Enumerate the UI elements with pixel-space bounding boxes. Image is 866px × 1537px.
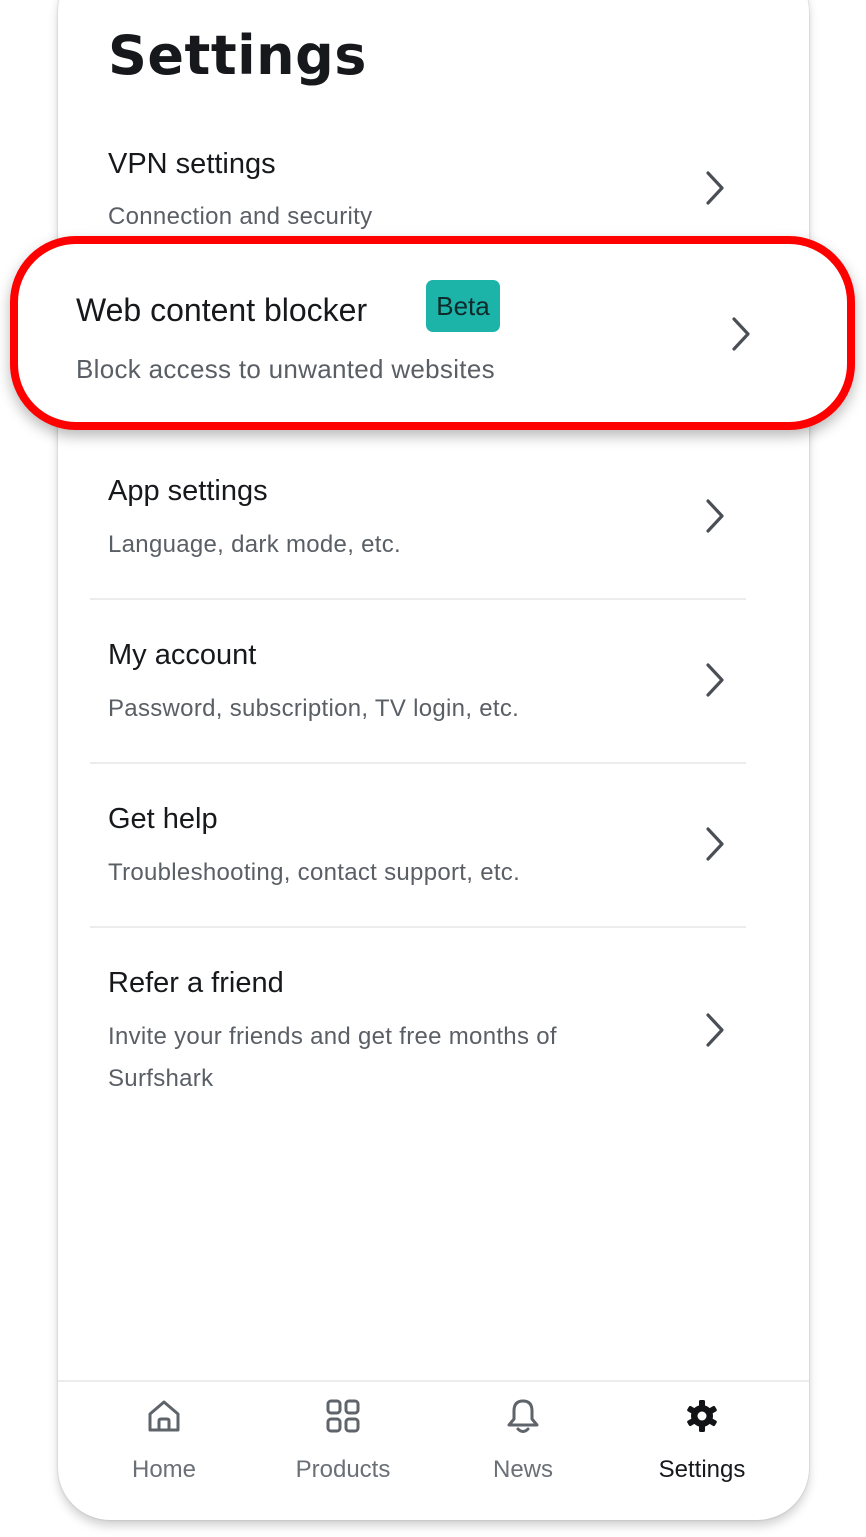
chevron-right-icon (706, 827, 724, 861)
settings-item-title: VPN settings (108, 148, 276, 180)
nav-tab-label: Products (295, 1456, 391, 1483)
divider (90, 762, 746, 764)
settings-item-title: Get help (108, 803, 218, 835)
nav-tab-settings[interactable]: Settings (622, 1392, 782, 1492)
settings-item-app-settings[interactable]: App settings Language, dark mode, etc. (58, 470, 809, 580)
divider (90, 598, 746, 600)
settings-item-vpn[interactable]: VPN settings Connection and security (58, 140, 809, 240)
nav-tab-home[interactable]: Home (84, 1392, 244, 1492)
bottom-nav-divider (58, 1380, 809, 1382)
chevron-right-icon (706, 1013, 724, 1047)
settings-item-get-help[interactable]: Get help Troubleshooting, contact suppor… (58, 798, 809, 908)
settings-item-title: Web content blocker (76, 292, 368, 328)
settings-item-title: Refer a friend (108, 967, 284, 999)
chevron-right-icon (706, 663, 724, 697)
nav-tab-label: Settings (658, 1456, 746, 1483)
settings-item-subtitle: Invite your friends and get free months … (108, 1023, 557, 1092)
settings-item-web-content-blocker[interactable]: Web content blocker Beta Block access to… (10, 236, 855, 430)
grid-icon (326, 1399, 360, 1433)
settings-item-my-account[interactable]: My account Password, subscription, TV lo… (58, 634, 809, 744)
nav-tab-label: Home (131, 1456, 197, 1483)
page-title: Settings (108, 24, 367, 87)
settings-item-title: App settings (108, 475, 268, 507)
settings-item-subtitle: Troubleshooting, contact support, etc. (108, 859, 521, 886)
bell-icon (507, 1399, 539, 1433)
chevron-right-icon (706, 171, 724, 205)
settings-item-refer-a-friend[interactable]: Refer a friend Invite your friends and g… (58, 962, 809, 1102)
settings-item-title: My account (108, 639, 257, 671)
home-icon (148, 1400, 180, 1432)
divider (90, 926, 746, 928)
settings-item-subtitle: Language, dark mode, etc. (108, 531, 402, 558)
settings-item-subtitle: Connection and security (108, 203, 373, 230)
chevron-right-icon (706, 499, 724, 533)
settings-item-subtitle: Block access to unwanted websites (76, 354, 495, 384)
gear-icon (687, 1400, 717, 1432)
nav-tab-products[interactable]: Products (263, 1392, 423, 1492)
settings-item-subtitle: Password, subscription, TV login, etc. (108, 695, 520, 722)
chevron-right-icon (732, 317, 750, 351)
nav-tab-news[interactable]: News (443, 1392, 603, 1492)
beta-badge: Beta (426, 280, 500, 332)
nav-tab-label: News (492, 1456, 553, 1483)
